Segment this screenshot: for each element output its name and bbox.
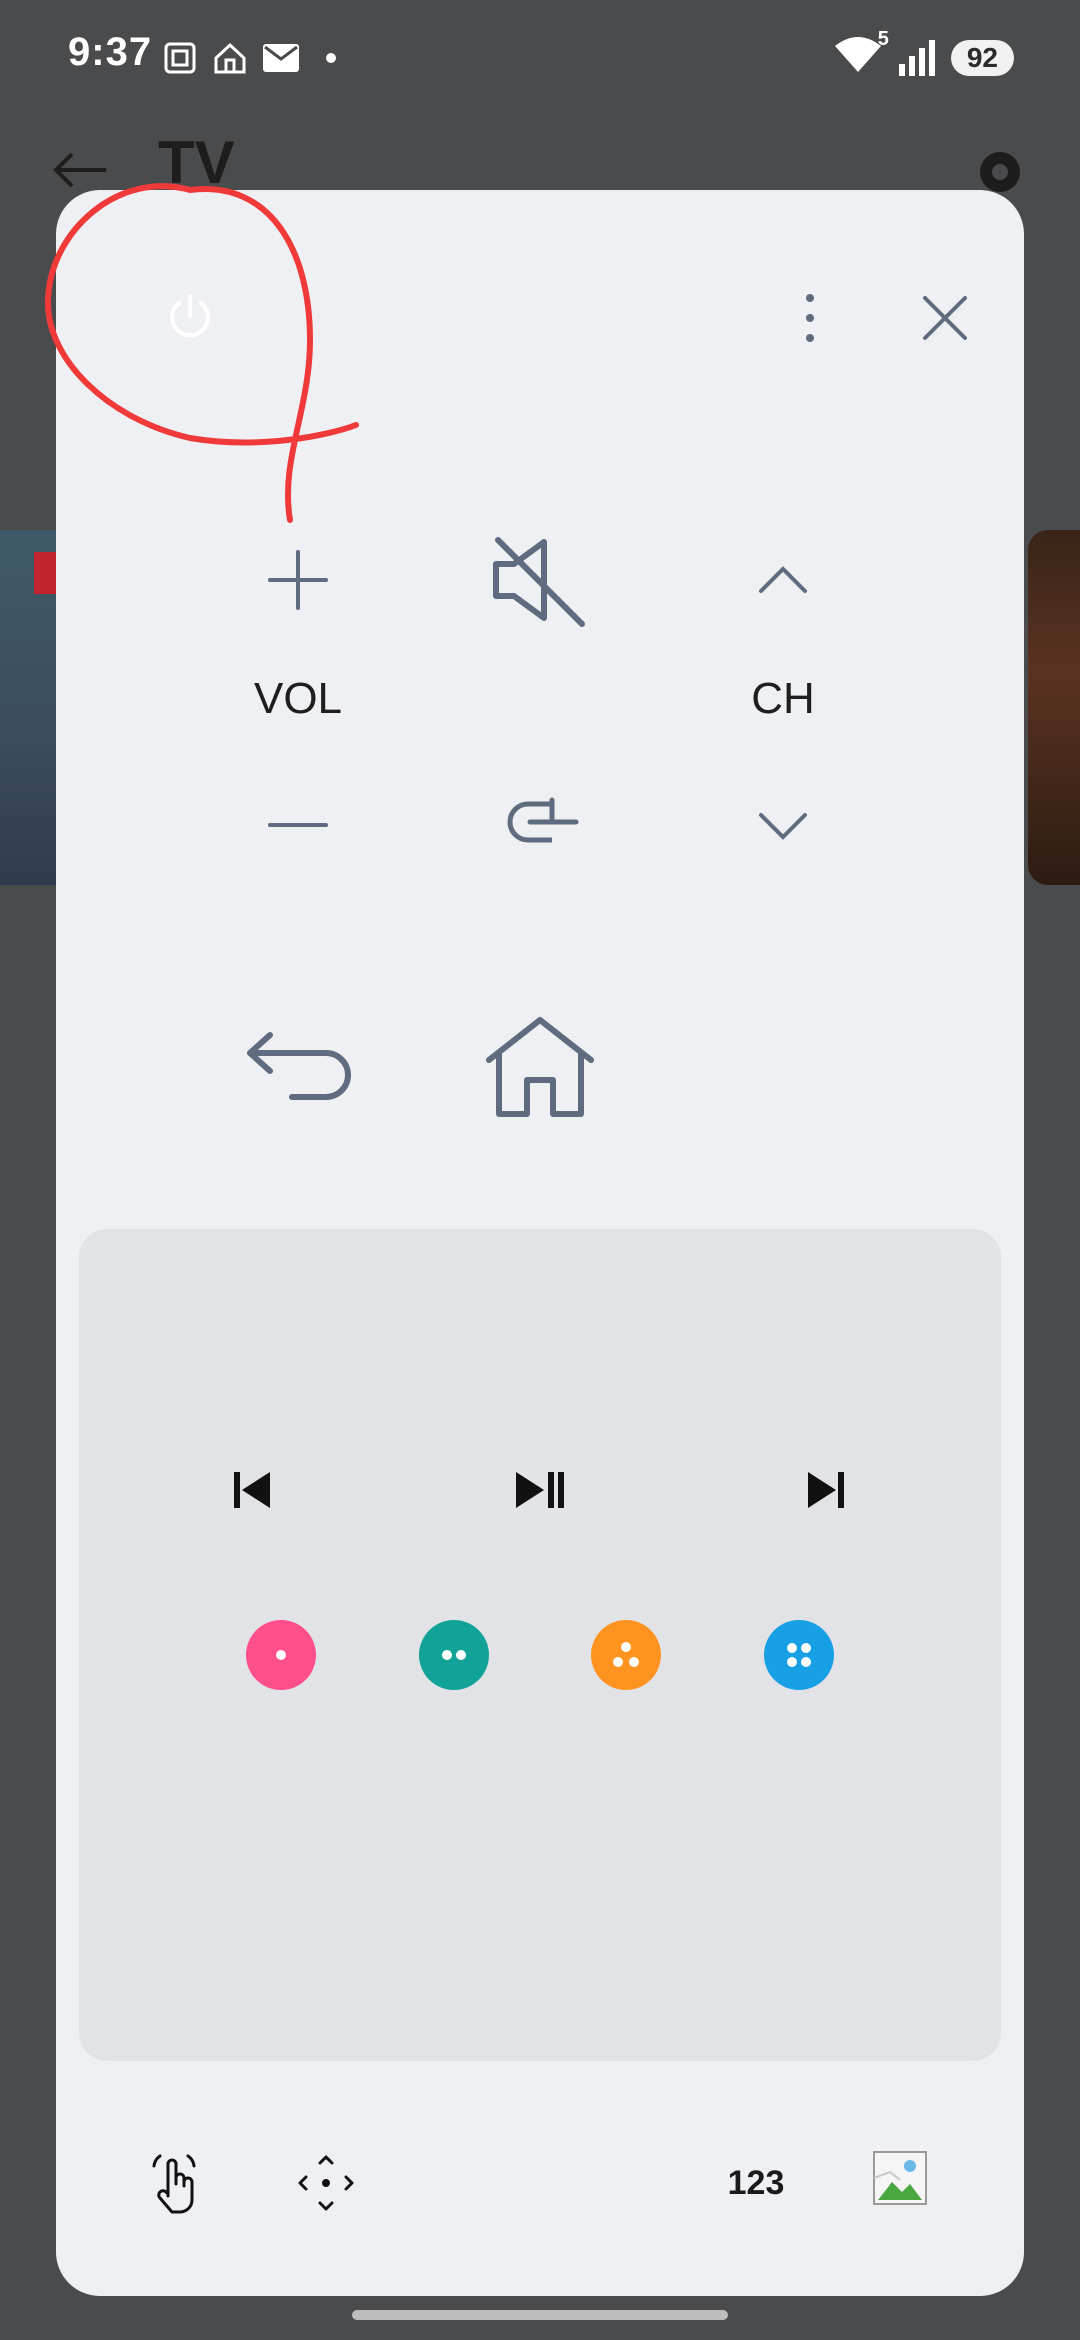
dpad-icon bbox=[298, 2155, 354, 2211]
screenshot-icon bbox=[164, 42, 196, 74]
input-source-button[interactable] bbox=[495, 782, 585, 862]
mute-icon bbox=[493, 537, 585, 627]
mail-icon bbox=[263, 44, 299, 72]
chevron-down-icon bbox=[759, 813, 807, 840]
skip-next-icon bbox=[808, 1472, 844, 1508]
minus-icon bbox=[268, 823, 328, 827]
dpad-button[interactable] bbox=[288, 2145, 364, 2221]
yellow-color-button[interactable] bbox=[591, 1620, 661, 1690]
more-vertical-icon bbox=[806, 294, 814, 342]
volume-label: VOL bbox=[253, 674, 343, 723]
chevron-up-icon bbox=[759, 566, 807, 593]
home-app-icon bbox=[214, 42, 246, 74]
skip-previous-icon bbox=[234, 1472, 270, 1508]
home-icon bbox=[486, 1017, 594, 1117]
channel-label: CH bbox=[751, 674, 815, 723]
background-thumbnail-right bbox=[1028, 530, 1080, 885]
three-dots-icon bbox=[613, 1642, 639, 1667]
input-source-icon bbox=[507, 797, 579, 843]
background-thumbnail-left bbox=[0, 530, 60, 885]
volume-up-button[interactable] bbox=[248, 535, 348, 625]
four-dots-icon bbox=[787, 1643, 811, 1667]
green-color-button[interactable] bbox=[419, 1620, 489, 1690]
notification-dot-icon bbox=[326, 53, 336, 63]
blue-color-button[interactable] bbox=[764, 1620, 834, 1690]
wifi-icon: 5 bbox=[833, 28, 889, 79]
broken-image-icon bbox=[873, 2151, 927, 2205]
back-button[interactable] bbox=[235, 1012, 365, 1122]
network-type: 5 bbox=[877, 28, 889, 50]
play-pause-button[interactable] bbox=[500, 1450, 580, 1530]
volume-down-button[interactable] bbox=[248, 780, 348, 870]
signal-icon bbox=[898, 39, 935, 76]
touch-icon bbox=[152, 2154, 196, 2214]
battery-level: 92 bbox=[950, 39, 1014, 76]
media-controls-panel bbox=[79, 1229, 1001, 2061]
channel-up-button[interactable] bbox=[733, 540, 833, 620]
home-button[interactable] bbox=[478, 1006, 602, 1130]
play-pause-icon bbox=[516, 1472, 564, 1508]
previous-button[interactable] bbox=[212, 1450, 292, 1530]
close-icon bbox=[923, 296, 967, 340]
mute-button[interactable] bbox=[480, 530, 600, 630]
broken-image-button[interactable] bbox=[862, 2140, 938, 2216]
plus-icon bbox=[268, 550, 328, 610]
back-arrow-icon bbox=[247, 1032, 351, 1100]
channel-down-button[interactable] bbox=[733, 786, 833, 866]
close-button[interactable] bbox=[905, 278, 985, 358]
next-button[interactable] bbox=[786, 1450, 866, 1530]
one-dot-icon bbox=[276, 1650, 286, 1660]
red-color-button[interactable] bbox=[246, 1620, 316, 1690]
status-system-icons: 5 92 bbox=[833, 28, 1014, 79]
more-options-button[interactable] bbox=[780, 278, 840, 358]
two-dots-icon bbox=[442, 1650, 466, 1660]
status-time: 9:37 bbox=[68, 30, 153, 74]
number-pad-button[interactable]: 123 bbox=[708, 2145, 804, 2221]
status-notification-icons bbox=[162, 40, 336, 76]
home-indicator[interactable] bbox=[352, 2310, 728, 2320]
annotation-circle bbox=[44, 183, 359, 523]
touch-mode-button[interactable] bbox=[136, 2145, 212, 2221]
